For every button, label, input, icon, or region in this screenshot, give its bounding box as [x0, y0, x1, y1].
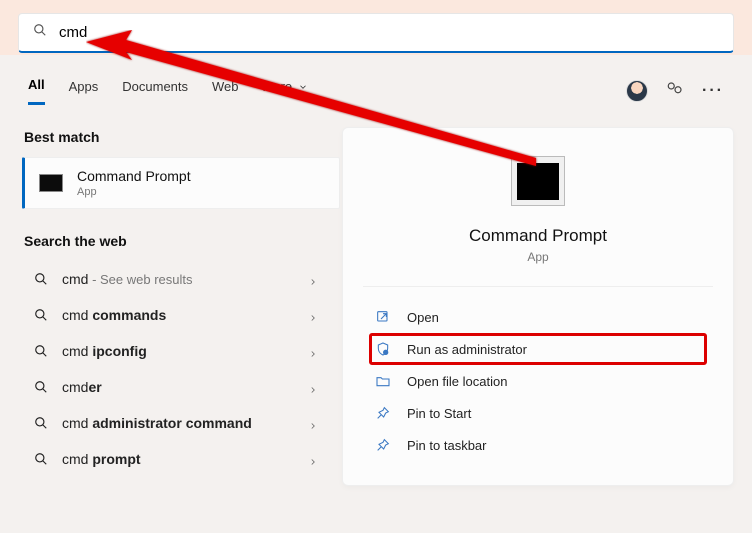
rewards-icon[interactable]	[666, 80, 684, 103]
search-icon	[34, 272, 48, 286]
pin-icon	[375, 405, 391, 421]
preview-subtitle: App	[527, 250, 548, 264]
best-match-item[interactable]: Command Prompt App	[22, 157, 340, 209]
folder-icon	[375, 373, 391, 389]
tab-more[interactable]: More	[263, 79, 308, 104]
web-result-5[interactable]: cmd prompt	[24, 441, 330, 477]
chevron-right-icon	[308, 274, 318, 284]
tab-documents[interactable]: Documents	[122, 79, 188, 104]
web-result-0[interactable]: cmd - See web results	[24, 261, 330, 297]
preview-app-icon	[511, 156, 565, 206]
chevron-right-icon	[308, 310, 318, 320]
search-icon	[33, 23, 47, 42]
search-web-heading: Search the web	[24, 233, 342, 249]
chevron-right-icon	[308, 418, 318, 428]
search-bar[interactable]	[18, 13, 734, 53]
tabs-bar: All Apps Documents Web More ···	[0, 55, 752, 105]
user-avatar[interactable]	[626, 80, 648, 102]
best-match-subtitle: App	[77, 186, 191, 198]
search-input[interactable]	[59, 24, 719, 41]
search-icon	[34, 308, 48, 322]
more-icon[interactable]: ···	[702, 82, 724, 100]
divider	[363, 286, 713, 287]
best-match-title: Command Prompt	[77, 168, 191, 184]
action-label: Pin to taskbar	[407, 438, 487, 453]
action-label: Run as administrator	[407, 342, 527, 357]
action-pin-to-taskbar[interactable]: Pin to taskbar	[369, 429, 707, 461]
action-label: Open	[407, 310, 439, 325]
web-result-3[interactable]: cmder	[24, 369, 330, 405]
open-icon	[375, 309, 391, 325]
action-run-as-administrator[interactable]: Run as administrator	[369, 333, 707, 365]
search-icon	[34, 452, 48, 466]
preview-title: Command Prompt	[469, 226, 607, 246]
web-result-4[interactable]: cmd administrator command	[24, 405, 330, 441]
web-result-1[interactable]: cmd commands	[24, 297, 330, 333]
chevron-right-icon	[308, 454, 318, 464]
web-result-2[interactable]: cmd ipconfig	[24, 333, 330, 369]
chevron-right-icon	[308, 382, 318, 392]
best-match-heading: Best match	[24, 129, 342, 145]
chevron-right-icon	[308, 346, 318, 356]
action-open[interactable]: Open	[369, 301, 707, 333]
action-label: Pin to Start	[407, 406, 471, 421]
tab-web[interactable]: Web	[212, 79, 239, 104]
command-prompt-icon	[39, 174, 63, 192]
search-icon	[34, 380, 48, 394]
shield-icon	[375, 341, 391, 357]
preview-panel: Command Prompt App Open Run as administra…	[342, 127, 734, 486]
tab-apps[interactable]: Apps	[69, 79, 99, 104]
action-open-file-location[interactable]: Open file location	[369, 365, 707, 397]
pin-icon	[375, 437, 391, 453]
tab-all[interactable]: All	[28, 77, 45, 105]
search-icon	[34, 416, 48, 430]
search-icon	[34, 344, 48, 358]
action-pin-to-start[interactable]: Pin to Start	[369, 397, 707, 429]
chevron-down-icon	[296, 79, 308, 94]
action-label: Open file location	[407, 374, 507, 389]
